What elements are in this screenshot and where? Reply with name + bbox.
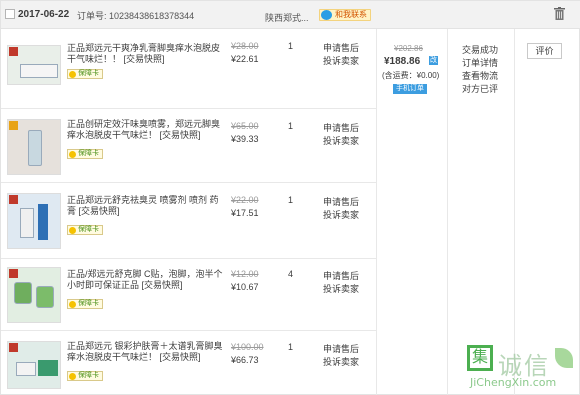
brand-logo-icon [9,121,18,130]
unit-price: ¥39.33 [231,134,259,144]
quantity: 1 [288,342,294,352]
bulb-icon [69,71,76,78]
quantity: 1 [288,195,294,205]
product-thumbnail[interactable] [7,267,61,323]
contact-seller-label: 和我联系 [335,10,367,19]
watermark-leaf-icon [555,348,573,368]
original-price: ¥65.00 [231,121,259,131]
guarantee-card-label: 保障卡 [78,70,99,77]
guarantee-card-badge[interactable]: 保障卡 [67,299,103,309]
watermark-box-char: 集 [471,349,488,366]
original-price: ¥12.00 [231,269,259,279]
total-original-price: ¥202.86 [394,44,423,53]
price-changed-icon: 改 [429,56,438,65]
paid-amount: ¥188.86 [384,56,421,67]
unit-price: ¥22.61 [231,54,259,64]
product-thumbnail[interactable] [7,45,61,85]
apply-after-sale-link[interactable]: 申请售后 [323,195,359,208]
product-pad-shape [36,286,54,308]
complain-seller-link[interactable]: 投诉卖家 [323,54,359,67]
product-title-link[interactable]: 正品郑远元 银彩护肤膏＋太谱乳膏脚臭痒水泡脱皮干气味烂！ [交易快照] [67,341,227,363]
unit-price: ¥66.73 [231,355,259,365]
complain-seller-link[interactable]: 投诉卖家 [323,134,359,147]
watermark-logo-box: 集 [467,345,493,371]
brand-logo-icon [9,195,18,204]
product-bottle-shape [38,204,48,240]
order-status-links[interactable]: 交易成功 订单详情 查看物流 对方已评 [462,44,504,96]
product-thumbnail[interactable] [7,119,61,175]
quantity: 4 [288,269,294,279]
order-header: 2017-06-22 订单号: 10238438618378344 陕西郑式..… [1,1,580,29]
product-title-link[interactable]: 正品/郑远元舒克脚 C贴，泡脚，泡半个小时即可保证正品 [交易快照] [67,269,227,291]
bulb-icon [69,373,76,380]
unit-price: ¥10.67 [231,282,259,292]
guarantee-card-label: 保障卡 [78,226,99,233]
guarantee-card-badge[interactable]: 保障卡 [67,225,103,235]
complain-seller-link[interactable]: 投诉卖家 [323,208,359,221]
product-bottle-shape [28,130,42,166]
original-price: ¥100.00 [231,342,264,352]
column-divider [514,29,515,395]
order-item: 正品郑远元舒克祛臭灵 喷雾剂 喷剂 药膏 [交易快照] 保障卡 ¥22.00 ¥… [1,183,376,259]
apply-after-sale-link[interactable]: 申请售后 [323,121,359,134]
order-item: 正品/郑远元舒克脚 C贴，泡脚，泡半个小时即可保证正品 [交易快照] 保障卡 ¥… [1,259,376,331]
guarantee-card-label: 保障卡 [78,150,99,157]
product-box-shape [38,360,58,376]
complain-seller-link[interactable]: 投诉卖家 [323,282,359,295]
guarantee-card-badge[interactable]: 保障卡 [67,371,103,381]
complain-seller-link[interactable]: 投诉卖家 [323,355,359,368]
shop-name-link[interactable]: 陕西郑式... [265,11,309,24]
bulb-icon [69,227,76,234]
unit-price: ¥17.51 [231,208,259,218]
mobile-order-tag: 手机订单 [393,84,427,94]
order-date: 2017-06-22 [18,9,70,20]
apply-after-sale-link[interactable]: 申请售后 [323,41,359,54]
brand-logo-icon [9,343,18,352]
quantity: 1 [288,121,294,131]
order-item: 正品郑远元干爽净乳膏脚臭痒水泡脱皮干气味烂！！ [交易快照] 保障卡 ¥28.0… [1,29,376,109]
watermark-url: JiChengXin.com [470,376,557,389]
bulb-icon [69,151,76,158]
product-box-shape [20,64,58,78]
guarantee-card-label: 保障卡 [78,372,99,379]
product-box-shape [16,362,36,376]
product-title-link[interactable]: 正品郑远元舒克祛臭灵 喷雾剂 喷剂 药膏 [交易快照] [67,195,227,217]
chat-bubble-icon [321,10,332,20]
brand-logo-icon [9,47,18,56]
order-item: 正品创研定效汗味臭喷雾，郑远元脚臭痒水泡脱皮干气味烂！ [交易快照] 保障卡 ¥… [1,109,376,183]
trash-icon[interactable] [554,7,565,20]
product-title-link[interactable]: 正品郑远元干爽净乳膏脚臭痒水泡脱皮干气味烂！！ [交易快照] [67,43,227,65]
product-pad-shape [14,282,32,304]
quantity: 1 [288,41,294,51]
column-divider [376,29,377,395]
guarantee-card-badge[interactable]: 保障卡 [67,149,103,159]
product-title-link[interactable]: 正品创研定效汗味臭喷雾，郑远元脚臭痒水泡脱皮干气味烂！ [交易快照] [67,119,227,141]
guarantee-card-label: 保障卡 [78,300,99,307]
bulb-icon [69,301,76,308]
product-box-shape [20,208,34,238]
product-thumbnail[interactable] [7,193,61,249]
brand-logo-icon [9,269,18,278]
order-number: 订单号: 10238438618378344 [77,9,194,22]
shipping-fee: (含运费：¥0.00) [382,71,440,80]
order-number-label: 订单号: [77,11,107,21]
product-thumbnail[interactable] [7,341,61,389]
order-item: 正品郑远元 银彩护肤膏＋太谱乳膏脚臭痒水泡脱皮干气味烂！ [交易快照] 保障卡 … [1,331,376,395]
order-card: 2017-06-22 订单号: 10238438618378344 陕西郑式..… [0,0,580,395]
rate-button[interactable]: 评价 [527,43,562,59]
order-number-value: 10238438618378344 [109,11,195,21]
original-price: ¥22.00 [231,195,259,205]
apply-after-sale-link[interactable]: 申请售后 [323,269,359,282]
select-order-checkbox[interactable] [5,9,15,19]
guarantee-card-badge[interactable]: 保障卡 [67,69,103,79]
column-divider [447,29,448,395]
contact-seller-button[interactable]: 和我联系 [319,9,371,21]
original-price: ¥28.00 [231,41,259,51]
apply-after-sale-link[interactable]: 申请售后 [323,342,359,355]
